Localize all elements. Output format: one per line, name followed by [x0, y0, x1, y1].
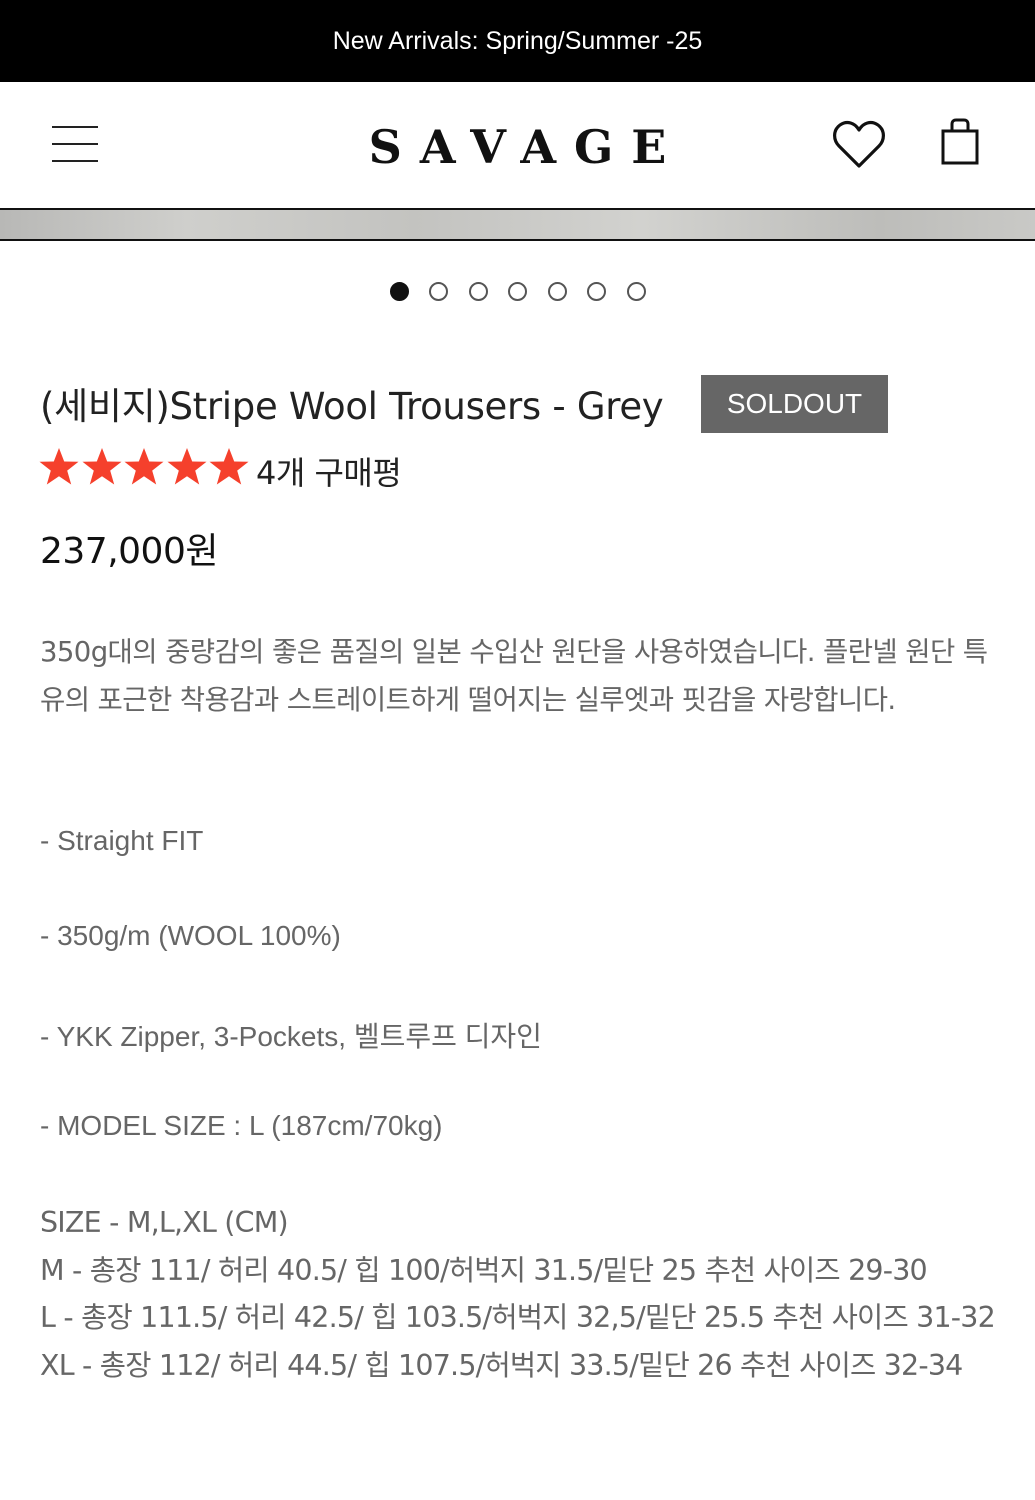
wishlist-heart-icon[interactable] [832, 120, 886, 170]
star-icon [124, 448, 164, 485]
product-description: 350g대의 중량감의 좋은 품질의 일본 수입산 원단을 사용하였습니다. 플… [40, 636, 988, 716]
carousel-pagination [0, 282, 1035, 302]
product-image[interactable] [0, 208, 1035, 241]
announcement-bar: New Arrivals: Spring/Summer -25 [0, 0, 1035, 82]
shopping-bag-icon[interactable] [940, 118, 980, 166]
carousel-dot-1[interactable] [390, 282, 409, 301]
size-row-m: M - 총장 111/ 허리 40.5/ 힙 100/허벅지 31.5/밑단 2… [40, 1253, 928, 1287]
star-icon [82, 448, 121, 485]
star-icon [167, 448, 206, 485]
carousel-dot-2[interactable] [429, 282, 448, 301]
size-row-l: L - 총장 111.5/ 허리 42.5/ 힙 103.5/허벅지 32,5/… [40, 1301, 996, 1334]
site-header: SAVAGE [0, 82, 1035, 210]
product-title: (세비지)Stripe Wool Trousers - Grey [40, 385, 664, 428]
size-row-xl: XL - 총장 112/ 허리 44.5/ 힙 107.5/허벅지 33.5/밑… [40, 1348, 963, 1382]
size-header: SIZE - M,L,XL (CM) [40, 1206, 289, 1239]
feature-item: - MODEL SIZE : L (187cm/70kg) [40, 1110, 443, 1141]
feature-item: - 350g/m (WOOL 100%) [40, 920, 341, 951]
carousel-dot-7[interactable] [627, 282, 646, 301]
carousel-dot-6[interactable] [587, 282, 606, 301]
carousel-dot-5[interactable] [548, 282, 567, 301]
star-icon [209, 448, 249, 485]
star-icon [39, 448, 79, 485]
soldout-badge: SOLDOUT [701, 375, 888, 433]
feature-item: - Straight FIT [40, 825, 204, 856]
feature-item: - YKK Zipper, 3-Pockets, 벨트루프 디자인 [40, 1021, 542, 1052]
rating-stars[interactable] [38, 446, 251, 488]
size-chart: SIZE - M,L,XL (CM) M - 총장 111/ 허리 40.5/ … [40, 1199, 996, 1389]
announcement-text: New Arrivals: Spring/Summer -25 [332, 26, 703, 55]
review-count-link[interactable]: 4개 구매평 [256, 448, 402, 494]
product-price: 237,000원 [40, 531, 219, 572]
carousel-dot-3[interactable] [469, 282, 488, 301]
carousel-dot-4[interactable] [508, 282, 527, 301]
